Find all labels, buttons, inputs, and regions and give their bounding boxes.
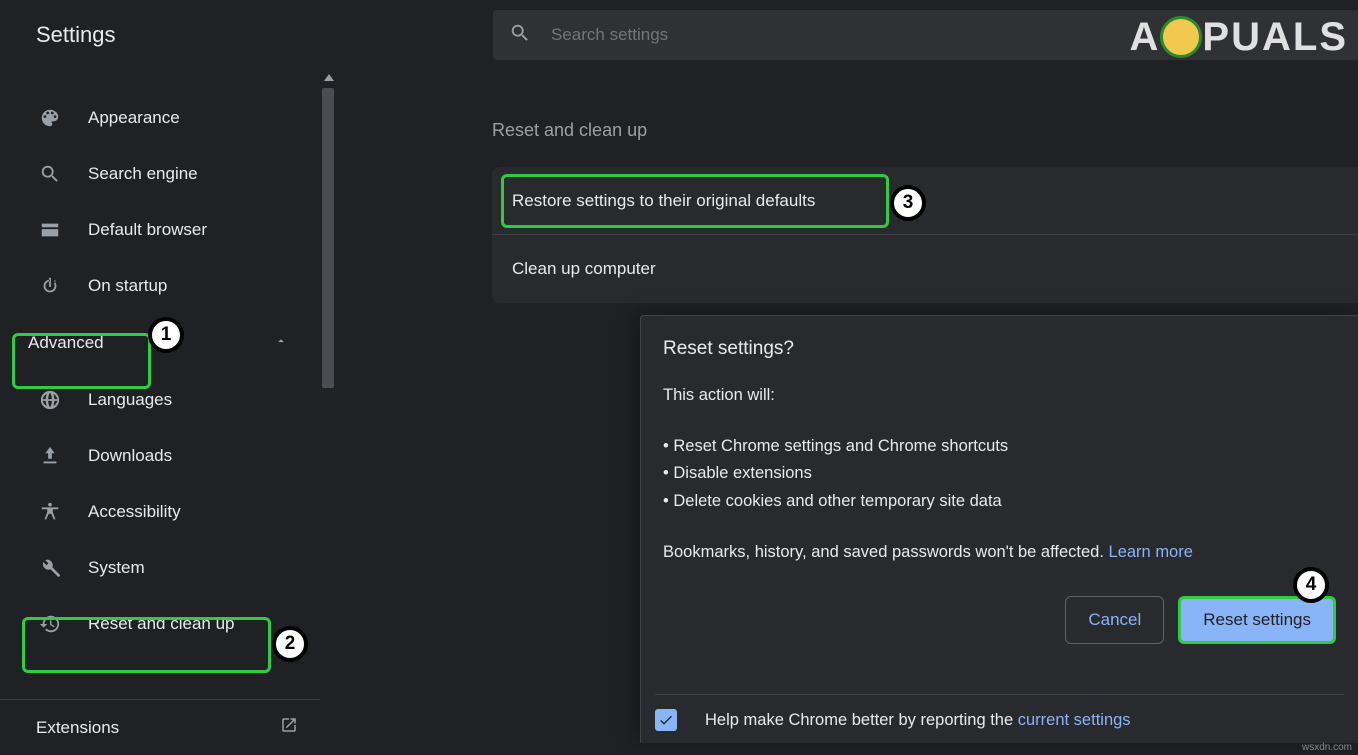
scrollbar[interactable] xyxy=(320,70,336,755)
sidebar-item-default-browser[interactable]: Default browser xyxy=(0,202,320,258)
sidebar-item-label: Accessibility xyxy=(88,502,181,522)
scrollbar-thumb[interactable] xyxy=(322,88,334,388)
nav-list: Appearance Search engine Default browser… xyxy=(0,90,320,652)
dialog-bullet: • Delete cookies and other temporary sit… xyxy=(663,488,1336,515)
search-icon xyxy=(36,163,64,185)
download-icon xyxy=(36,445,64,467)
sidebar-item-reset[interactable]: Reset and clean up xyxy=(0,596,320,652)
dialog-actions: Cancel Reset settings xyxy=(663,596,1336,644)
page-title: Settings xyxy=(36,22,116,48)
sidebar-item-system[interactable]: System xyxy=(0,540,320,596)
scroll-up-icon xyxy=(324,74,334,81)
sidebar-item-extensions[interactable]: Extensions xyxy=(0,699,320,755)
browser-icon xyxy=(36,219,64,241)
current-settings-link[interactable]: current settings xyxy=(1018,711,1131,729)
dialog-body: This action will: • Reset Chrome setting… xyxy=(663,382,1336,566)
sidebar-item-label: Search engine xyxy=(88,164,198,184)
dialog-intro: This action will: xyxy=(663,382,1336,409)
accessibility-icon xyxy=(36,501,64,523)
search-bar[interactable] xyxy=(493,10,1358,60)
power-icon xyxy=(36,275,64,297)
check-icon xyxy=(658,712,674,728)
sidebar-item-label: Reset and clean up xyxy=(88,614,235,634)
help-checkbox-label: Help make Chrome better by reporting the… xyxy=(705,711,1131,730)
reset-settings-button[interactable]: Reset settings xyxy=(1178,596,1336,644)
sidebar-item-label: Default browser xyxy=(88,220,207,240)
settings-card: Restore settings to their original defau… xyxy=(492,167,1358,303)
chevron-up-icon xyxy=(274,334,288,353)
open-external-icon xyxy=(280,716,298,739)
restore-icon xyxy=(36,613,64,635)
globe-icon xyxy=(36,389,64,411)
sidebar-item-accessibility[interactable]: Accessibility xyxy=(0,484,320,540)
reset-dialog: Reset settings? This action will: • Rese… xyxy=(640,315,1358,743)
restore-defaults-row[interactable]: Restore settings to their original defau… xyxy=(492,167,1358,235)
sidebar-item-label: System xyxy=(88,558,145,578)
sidebar-item-on-startup[interactable]: On startup xyxy=(0,258,320,314)
sidebar-item-search-engine[interactable]: Search engine xyxy=(0,146,320,202)
sidebar-item-label: Languages xyxy=(88,390,172,410)
cancel-button[interactable]: Cancel xyxy=(1065,596,1164,644)
cleanup-label: Clean up computer xyxy=(512,259,656,279)
palette-icon xyxy=(36,107,64,129)
sidebar-item-label: Downloads xyxy=(88,446,172,466)
dialog-title: Reset settings? xyxy=(663,338,1336,360)
learn-more-link[interactable]: Learn more xyxy=(1109,543,1193,561)
dialog-bullet: • Reset Chrome settings and Chrome short… xyxy=(663,433,1336,460)
search-input[interactable] xyxy=(551,25,951,45)
sidebar-item-downloads[interactable]: Downloads xyxy=(0,428,320,484)
sidebar-item-label: Appearance xyxy=(88,108,180,128)
sidebar: Appearance Search engine Default browser… xyxy=(0,70,336,755)
search-icon xyxy=(509,22,531,49)
section-title: Reset and clean up xyxy=(492,120,647,141)
help-checkbox-row: Help make Chrome better by reporting the… xyxy=(655,694,1344,731)
dialog-outro: Bookmarks, history, and saved passwords … xyxy=(663,539,1336,566)
dialog-bullet: • Disable extensions xyxy=(663,460,1336,487)
sidebar-item-label: On startup xyxy=(88,276,167,296)
sidebar-item-appearance[interactable]: Appearance xyxy=(0,90,320,146)
wrench-icon xyxy=(36,557,64,579)
restore-defaults-label: Restore settings to their original defau… xyxy=(512,191,815,211)
advanced-label: Advanced xyxy=(28,333,104,353)
cleanup-computer-row[interactable]: Clean up computer xyxy=(492,235,1358,303)
sidebar-item-languages[interactable]: Languages xyxy=(0,372,320,428)
advanced-section-header[interactable]: Advanced xyxy=(14,318,304,368)
help-checkbox[interactable] xyxy=(655,709,677,731)
extensions-label: Extensions xyxy=(36,718,119,738)
